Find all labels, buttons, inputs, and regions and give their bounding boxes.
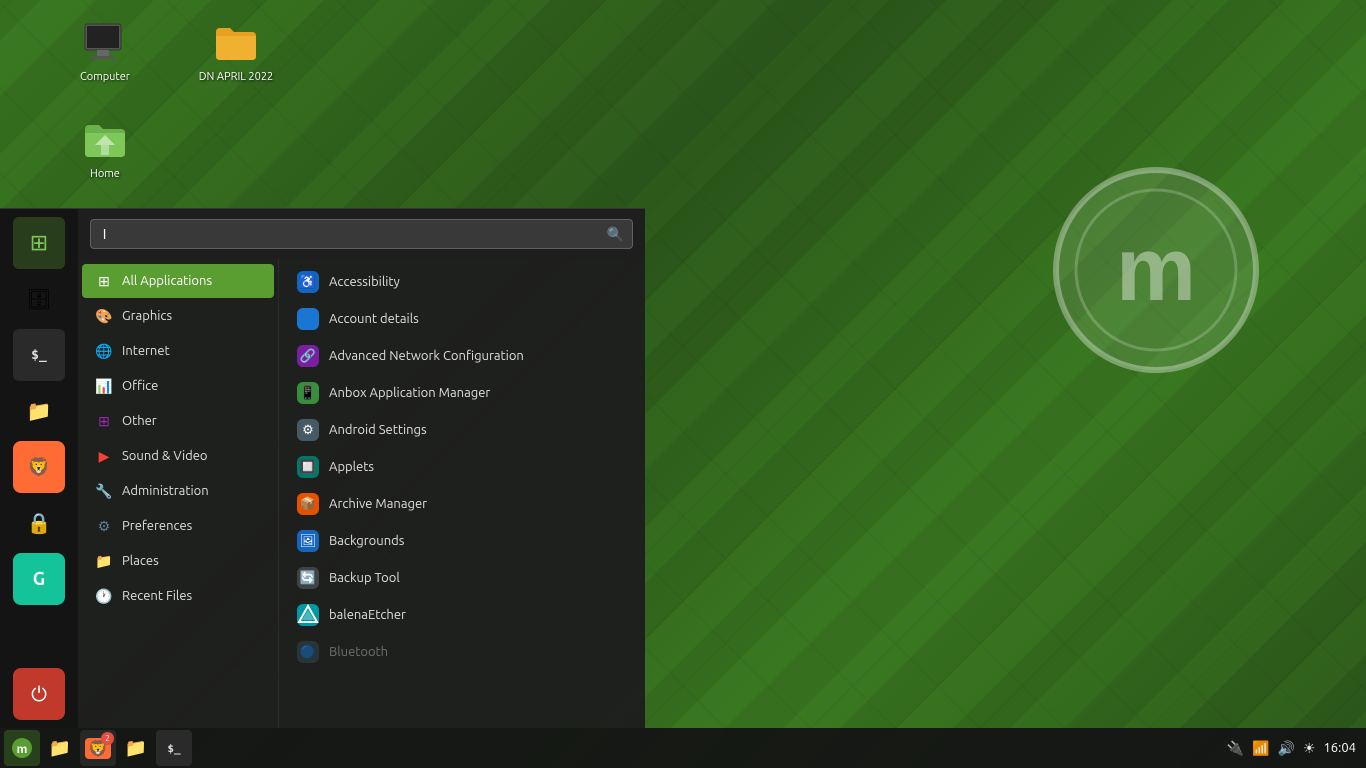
sidebar-files-icon[interactable]: 📁 [13, 385, 65, 437]
sidebar-apps-icon[interactable]: ⊞ [13, 217, 65, 269]
computer-icon[interactable]: Computer [65, 18, 145, 84]
svg-text:m: m [1116, 220, 1196, 320]
app-backup-tool[interactable]: 🔄 Backup Tool [283, 560, 641, 596]
office-icon: 📊 [94, 376, 114, 396]
clock[interactable]: 16:04 [1323, 741, 1356, 755]
app-accessibility[interactable]: ♿ Accessibility [283, 264, 641, 300]
internet-icon: 🌐 [94, 341, 114, 361]
brightness-icon[interactable]: ☀ [1303, 740, 1316, 757]
anbox-icon: 📱 [297, 382, 319, 404]
balena-etcher-icon [297, 604, 319, 626]
sidebar-terminal-icon[interactable]: $_ [13, 329, 65, 381]
app-account-details[interactable]: 👤 Account details [283, 301, 641, 337]
home-folder[interactable]: Home [65, 115, 145, 181]
archive-manager-icon: 📦 [297, 493, 319, 515]
apps-list: ♿ Accessibility 👤 Account details 🔗 [278, 259, 645, 728]
search-icon: 🔍 [607, 226, 624, 243]
category-graphics[interactable]: 🎨 Graphics [82, 299, 274, 333]
administration-icon: 🔧 [94, 481, 114, 501]
applets-icon: 🔲 [297, 456, 319, 478]
app-anbox[interactable]: 📱 Anbox Application Manager [283, 375, 641, 411]
menu-sidebar: ⊞ 🗄 $_ 📁 🦁 🔒 G ⏻ [0, 209, 78, 728]
preferences-icon: ⚙ [94, 516, 114, 536]
search-input[interactable] [99, 220, 607, 248]
app-bluetooth[interactable]: 🔵 Bluetooth [283, 634, 641, 670]
dn-april-folder[interactable]: DN APRIL 2022 [196, 18, 276, 84]
category-office[interactable]: 📊 Office [82, 369, 274, 403]
svg-text:m: m [17, 742, 28, 756]
menu-panel: ⊞ 🗄 $_ 📁 🦁 🔒 G ⏻ [0, 208, 645, 728]
category-places[interactable]: 📁 Places [82, 544, 274, 578]
search-input-wrap[interactable]: 🔍 [90, 219, 633, 249]
menu-content: ⊞ All Applications 🎨 Graphics 🌐 Internet… [78, 259, 645, 728]
sound-icon[interactable]: 🔊 [1277, 740, 1294, 757]
app-advanced-network[interactable]: 🔗 Advanced Network Configuration [283, 338, 641, 374]
category-recent-files[interactable]: 🕐 Recent Files [82, 579, 274, 613]
mint-logo-desktop: m [1046, 160, 1266, 384]
backup-tool-icon: 🔄 [297, 567, 319, 589]
category-other[interactable]: ⊞ Other [82, 404, 274, 438]
advanced-network-icon: 🔗 [297, 345, 319, 367]
files-taskbar-btn[interactable]: 📁 [42, 730, 78, 766]
sidebar-grammarly-icon[interactable]: G [13, 553, 65, 605]
category-list: ⊞ All Applications 🎨 Graphics 🌐 Internet… [78, 259, 278, 728]
taskbar: m 📁 🦁 2 📁 $_ 🔌 📶 [0, 728, 1366, 768]
accessibility-icon: ♿ [297, 271, 319, 293]
account-details-icon: 👤 [297, 308, 319, 330]
desktop: m Computer DN APRIL 2022 [0, 0, 1366, 768]
wifi-icon[interactable]: 📶 [1252, 740, 1269, 757]
brave-taskbar-btn[interactable]: 🦁 2 [80, 730, 116, 766]
taskbar-left: m 📁 🦁 2 📁 $_ [0, 730, 192, 766]
menu-main: 🔍 ⊞ All Applications 🎨 Graphics [78, 209, 645, 728]
terminal-taskbar-btn[interactable]: $_ [156, 730, 192, 766]
app-balena-etcher[interactable]: balenaEtcher [283, 597, 641, 633]
app-backgrounds[interactable]: 🖼 Backgrounds [283, 523, 641, 559]
all-apps-icon: ⊞ [94, 271, 114, 291]
app-applets[interactable]: 🔲 Applets [283, 449, 641, 485]
android-settings-icon: ⚙ [297, 419, 319, 441]
category-all-applications[interactable]: ⊞ All Applications [82, 264, 274, 298]
places-icon: 📁 [94, 551, 114, 571]
sidebar-lock-icon[interactable]: 🔒 [13, 497, 65, 549]
category-administration[interactable]: 🔧 Administration [82, 474, 274, 508]
taskbar-right: 🔌 📶 🔊 ☀ 16:04 [1227, 740, 1366, 757]
bluetooth-icon: 🔵 [297, 641, 319, 663]
category-preferences[interactable]: ⚙ Preferences [82, 509, 274, 543]
app-android-settings[interactable]: ⚙ Android Settings [283, 412, 641, 448]
brave-badge: 2 [101, 732, 114, 745]
sidebar-brave-icon[interactable]: 🦁 [13, 441, 65, 493]
sidebar-db-icon[interactable]: 🗄 [13, 273, 65, 325]
mint-menu-button[interactable]: m [4, 730, 40, 766]
sound-video-icon: ▶ [94, 446, 114, 466]
sidebar-power-icon[interactable]: ⏻ [13, 668, 65, 720]
category-internet[interactable]: 🌐 Internet [82, 334, 274, 368]
files2-taskbar-btn[interactable]: 📁 [118, 730, 154, 766]
category-sound-video[interactable]: ▶ Sound & Video [82, 439, 274, 473]
recent-files-icon: 🕐 [94, 586, 114, 606]
search-bar: 🔍 [78, 209, 645, 259]
app-archive-manager[interactable]: 📦 Archive Manager [283, 486, 641, 522]
backgrounds-icon: 🖼 [297, 530, 319, 552]
network-manager-icon[interactable]: 🔌 [1227, 740, 1244, 757]
other-icon: ⊞ [94, 411, 114, 431]
graphics-icon: 🎨 [94, 306, 114, 326]
